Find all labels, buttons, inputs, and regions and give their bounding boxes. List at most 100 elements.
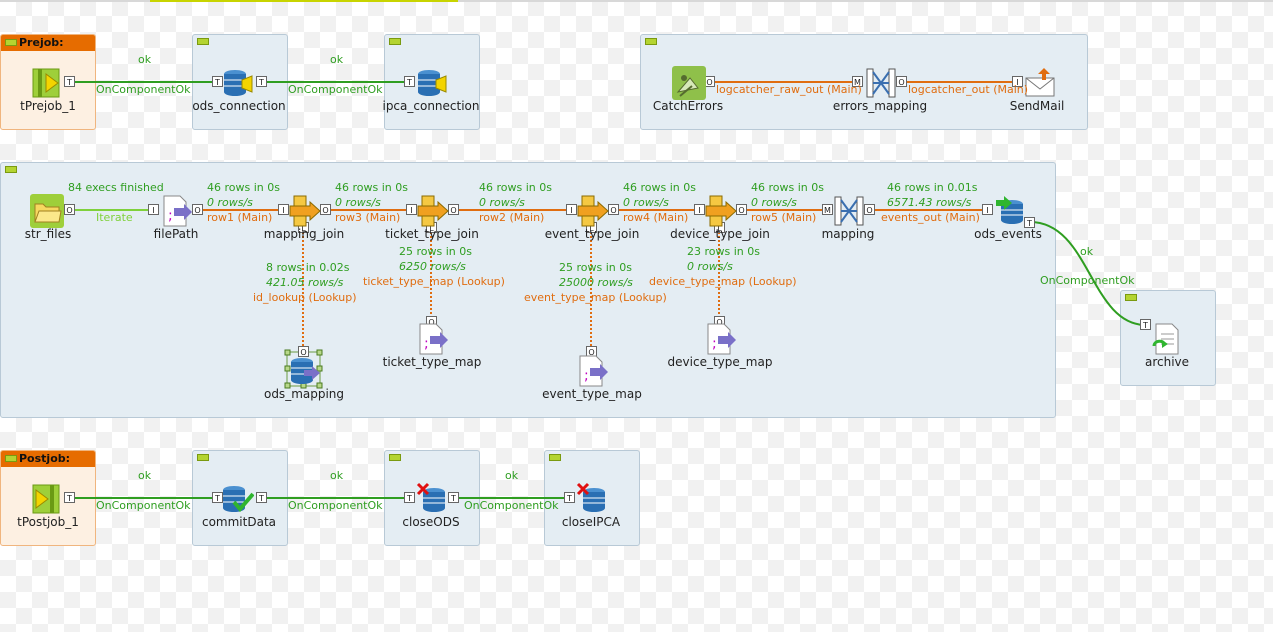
connector-t[interactable]: T (64, 492, 75, 503)
ods-mapping-component[interactable] (288, 354, 322, 388)
postjob-icon (32, 484, 60, 514)
row-rate: 0 rows/s (479, 196, 525, 209)
link-label-ok: ok (330, 53, 344, 66)
link-label-main: row2 (Main) (479, 211, 545, 224)
component-label: ods_events (974, 227, 1042, 241)
commitdata-component[interactable] (220, 482, 254, 516)
svg-text:;: ; (584, 368, 589, 384)
errors-mapping-component[interactable] (864, 66, 898, 100)
link-label-main: events_out (Main) (881, 211, 980, 224)
sendmail-component[interactable] (1024, 66, 1058, 100)
svg-text:;: ; (168, 208, 173, 224)
database-commit-icon (223, 486, 254, 513)
join-icon (417, 195, 449, 227)
component-label: archive (1144, 355, 1190, 369)
component-label: SendMail (1009, 99, 1065, 113)
component-label: tPrejob_1 (20, 99, 76, 113)
catcherrors-component[interactable] (672, 66, 706, 100)
component-label: ticket_type_join (385, 227, 479, 241)
database-output-icon (996, 196, 1023, 224)
link-label-ok: ok (330, 469, 344, 482)
component-label: str_files (24, 227, 72, 241)
row-rate: 0 rows/s (207, 196, 253, 209)
row-stats: 46 rows in 0s (623, 181, 696, 194)
connector-t[interactable]: T (448, 492, 459, 503)
ipca-connection-component[interactable] (414, 66, 448, 100)
connector-t[interactable]: T (64, 76, 75, 87)
database-close-icon (416, 482, 445, 512)
event-type-map-component[interactable]: ; (576, 354, 610, 388)
tmap-icon (866, 68, 896, 98)
file-input-icon: ; (419, 323, 448, 355)
lookup-rate: 421.05 rows/s (266, 276, 344, 289)
row-rate: 0 rows/s (335, 196, 381, 209)
row-stats: 46 rows in 0s (335, 181, 408, 194)
link-label-oncomponentok: OnComponentOk (464, 499, 559, 512)
lookup-stats: 25 rows in 0s (399, 245, 472, 258)
ods-connection-component[interactable] (220, 66, 254, 100)
component-label: errors_mapping (832, 99, 928, 113)
folder-list-icon (30, 194, 64, 228)
row-stats: 46 rows in 0s (479, 181, 552, 194)
component-label: ipca_connection (382, 99, 480, 113)
event-type-join-component[interactable] (576, 194, 610, 228)
component-label: event_type_join (544, 227, 640, 241)
component-label: ods_mapping (263, 387, 345, 401)
satellite-dish-icon (672, 66, 706, 100)
link-label-oncomponentok: OnComponentOk (288, 499, 383, 512)
archive-file-icon (1152, 323, 1179, 355)
database-close-icon (576, 482, 605, 512)
row-rate: 0 rows/s (623, 196, 669, 209)
component-label: device_type_map (667, 355, 773, 369)
ticket-type-map-component[interactable]: ; (416, 322, 450, 356)
link-label-oncomponentok: OnComponentOk (1040, 274, 1135, 287)
link-label-lookup: event_type_map (Lookup) (524, 291, 667, 304)
lookup-rate: 0 rows/s (687, 260, 733, 273)
link-label-main: row4 (Main) (623, 211, 689, 224)
link-label-main: row3 (Main) (335, 211, 401, 224)
row-rate: 6571.43 rows/s (887, 196, 972, 209)
mapping-join-component[interactable] (288, 194, 322, 228)
component-label: event_type_map (542, 387, 642, 401)
link-label-ok: ok (138, 53, 152, 66)
lookup-rate: 6250 rows/s (399, 260, 466, 273)
mail-icon (1025, 68, 1055, 97)
database-connection-icon (224, 70, 253, 96)
lookup-stats: 23 rows in 0s (687, 245, 760, 258)
row-rate: 0 rows/s (751, 196, 797, 209)
component-label: mapping_join (263, 227, 345, 241)
row-stats: 46 rows in 0s (207, 181, 280, 194)
database-input-icon (291, 358, 320, 384)
ods-events-component[interactable] (994, 194, 1028, 228)
tmap-icon (834, 196, 864, 226)
str-files-component[interactable] (30, 194, 64, 228)
archive-component[interactable] (1150, 322, 1184, 356)
closeipca-component[interactable] (574, 482, 608, 516)
closeods-component[interactable] (414, 482, 448, 516)
component-label: mapping (821, 227, 875, 241)
join-icon (577, 195, 609, 227)
connector-o[interactable]: O (64, 204, 75, 215)
filepath-component[interactable]: ; (160, 194, 194, 228)
device-type-join-component[interactable] (704, 194, 738, 228)
mapping-component[interactable] (832, 194, 866, 228)
link-label-ok: ok (1080, 245, 1094, 258)
ticket-type-join-component[interactable] (416, 194, 450, 228)
java-row-icon: ; (163, 195, 192, 227)
connector-i[interactable]: I (148, 204, 159, 215)
tpostjob-component[interactable] (30, 482, 64, 516)
tprejob-component[interactable] (30, 66, 64, 100)
join-icon (705, 195, 737, 227)
link-label-ok: ok (505, 469, 519, 482)
device-type-map-component[interactable]: ; (704, 322, 738, 356)
connector-i[interactable]: I (982, 204, 993, 215)
prejob-icon (32, 68, 60, 98)
component-label: CatchErrors (652, 99, 724, 113)
svg-text:;: ; (712, 336, 717, 352)
link-label-oncomponentok: OnComponentOk (96, 499, 191, 512)
component-label: ticket_type_map (382, 355, 482, 369)
connector-t[interactable]: T (256, 76, 267, 87)
connector-t[interactable]: T (256, 492, 267, 503)
component-label: device_type_join (670, 227, 770, 241)
component-label: closeIPCA (561, 515, 621, 529)
